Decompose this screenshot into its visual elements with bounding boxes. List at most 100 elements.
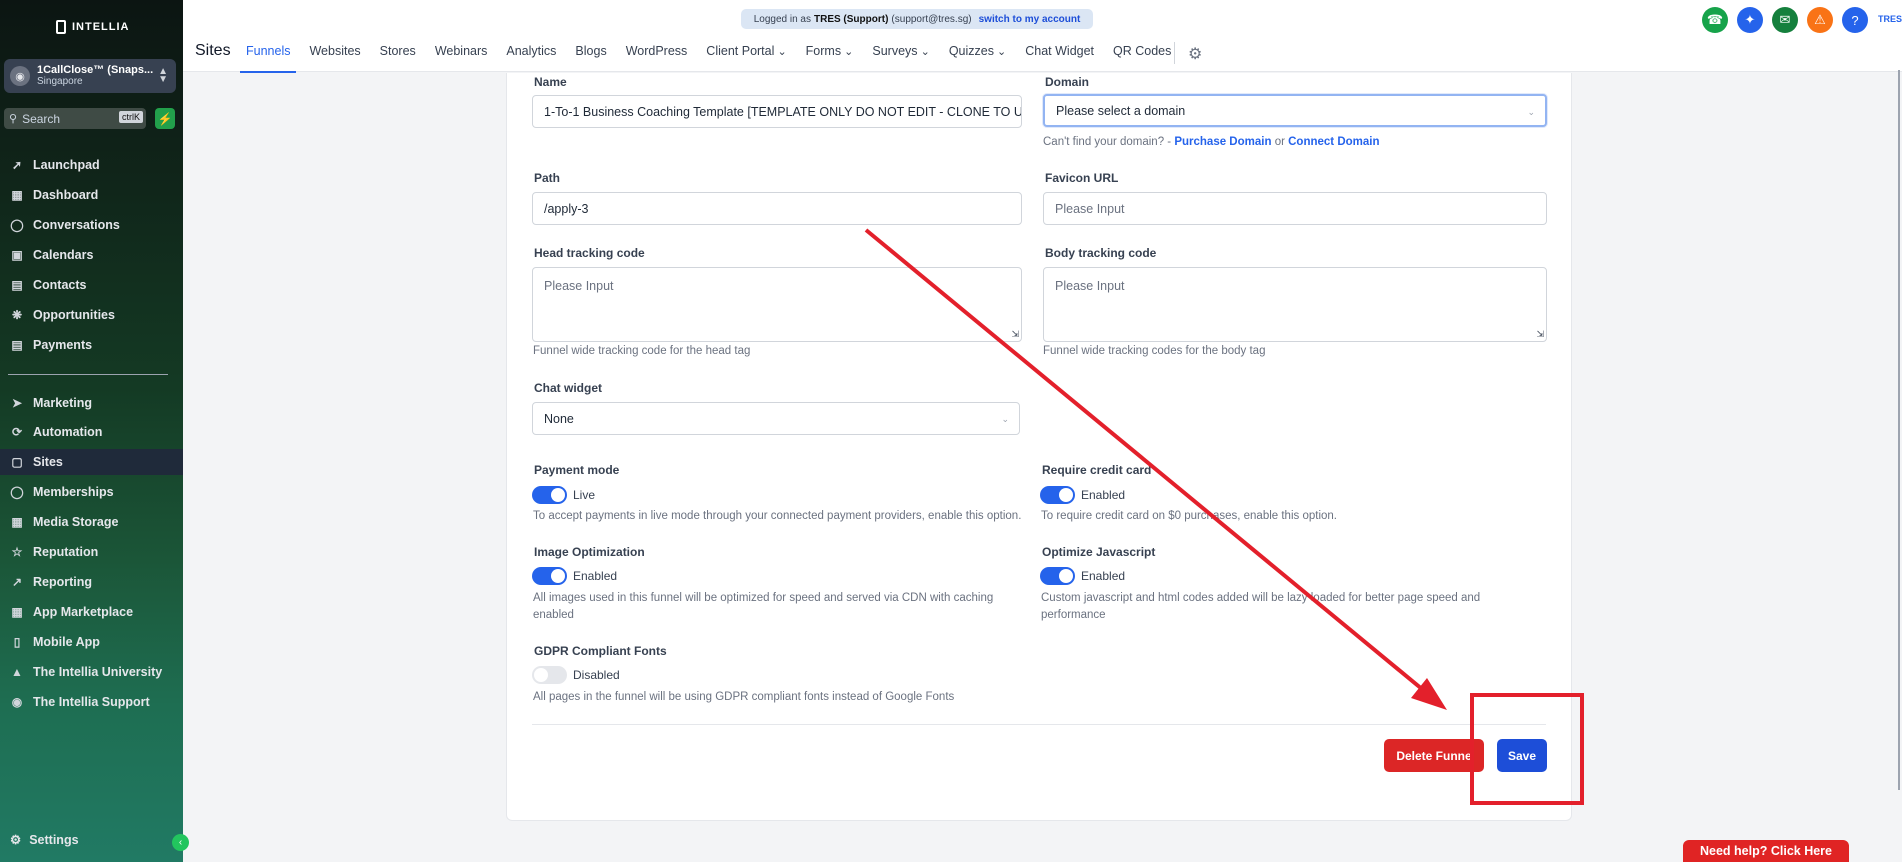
- delete-funnel-button[interactable]: Delete Funne: [1384, 739, 1484, 772]
- logo-text: INTELLIA: [72, 21, 130, 33]
- sidebar-item-launchpad[interactable]: ➚ Launchpad: [0, 152, 183, 178]
- payment-mode-label: Payment mode: [534, 463, 620, 477]
- tab-client-portal[interactable]: Client Portal ⌄: [706, 44, 786, 58]
- tab-surveys[interactable]: Surveys ⌄: [872, 44, 929, 58]
- tab-stores[interactable]: Stores: [380, 44, 416, 58]
- image-opt-state: Enabled: [573, 569, 618, 583]
- payment-mode-desc: To accept payments in live mode through …: [533, 510, 1022, 522]
- nav-divider: [8, 374, 168, 375]
- brand-label[interactable]: TRES: [1878, 14, 1902, 24]
- connect-domain-link[interactable]: Connect Domain: [1288, 136, 1379, 148]
- chevron-down-icon: ⌄: [993, 46, 1007, 58]
- tab-label: Analytics: [506, 44, 557, 58]
- name-input[interactable]: 1-To-1 Business Coaching Template [TEMPL…: [532, 95, 1022, 128]
- switch-account-link[interactable]: switch to my account: [979, 14, 1081, 25]
- sidebar-item-label: Payments: [33, 338, 93, 352]
- apps-icon: ▦: [11, 605, 23, 619]
- tab-label: WordPress: [625, 44, 688, 58]
- sidebar-item-reporting[interactable]: ↗ Reporting: [0, 569, 183, 595]
- annotation-highlight-box: [1470, 693, 1584, 805]
- megaphone-icon[interactable]: ✉: [1772, 7, 1798, 33]
- tab-label: QR Codes: [1113, 44, 1172, 58]
- path-label: Path: [534, 171, 561, 185]
- bell-icon[interactable]: ⚠: [1807, 7, 1833, 33]
- sidebar-item-settings[interactable]: ⚙ Settings: [10, 832, 79, 848]
- resize-grip-icon[interactable]: ⇲: [1536, 329, 1544, 340]
- tab-wordpress[interactable]: WordPress: [626, 44, 688, 58]
- sidebar-item-contacts[interactable]: ▤ Contacts: [0, 272, 183, 298]
- footer-divider: [532, 724, 1546, 725]
- path-input[interactable]: /apply-3: [532, 192, 1022, 225]
- gdpr-toggle[interactable]: [532, 666, 567, 684]
- help-icon[interactable]: ?: [1842, 7, 1868, 33]
- sidebar-item-label: Reporting: [33, 575, 93, 589]
- domain-help-text: Can't find your domain? -: [1043, 136, 1172, 148]
- tab-quizzes[interactable]: Quizzes ⌄: [949, 44, 1006, 58]
- tab-analytics[interactable]: Analytics: [506, 44, 556, 58]
- tab-webinars[interactable]: Webinars: [435, 44, 488, 58]
- magic-icon[interactable]: ✦: [1737, 7, 1763, 33]
- chat-widget-select[interactable]: None ⌄: [532, 402, 1020, 435]
- toggle-knob: [534, 668, 548, 682]
- sidebar-item-conversations[interactable]: ◯ Conversations: [0, 212, 183, 238]
- body-code-textarea[interactable]: Please Input ⇲: [1043, 267, 1547, 342]
- tab-label: Stores: [379, 44, 416, 58]
- sidebar-item-automation[interactable]: ⟳ Automation: [0, 419, 183, 445]
- sidebar-item-reputation[interactable]: ☆ Reputation: [0, 539, 183, 565]
- toggle-knob: [551, 488, 565, 502]
- phone-icon: ▯: [13, 635, 21, 649]
- sidebar-item-label: Reputation: [33, 545, 99, 559]
- settings-gear-icon[interactable]: ⚙: [1188, 44, 1202, 64]
- head-code-textarea[interactable]: Please Input ⇲: [532, 267, 1022, 342]
- tab-funnels[interactable]: Funnels: [239, 44, 298, 73]
- optimize-js-state: Enabled: [1081, 569, 1126, 583]
- payment-mode-state: Live: [573, 488, 596, 502]
- head-code-placeholder: Please Input: [544, 279, 614, 293]
- sidebar-item-mobile-app[interactable]: ▯ Mobile App: [0, 629, 183, 655]
- require-cc-toggle[interactable]: [1040, 486, 1075, 504]
- sidebar-item-opportunities[interactable]: ❋ Opportunities: [0, 302, 183, 328]
- sidebar-item-media-storage[interactable]: ▦ Media Storage: [0, 509, 183, 535]
- image-icon: ▦: [11, 515, 23, 529]
- tab-chat-widget[interactable]: Chat Widget: [1025, 44, 1094, 58]
- tab-websites[interactable]: Websites: [309, 44, 360, 58]
- favicon-input[interactable]: Please Input: [1043, 192, 1547, 225]
- purchase-domain-link[interactable]: Purchase Domain: [1174, 136, 1271, 148]
- sidebar: INTELLIA ◉ 1CallClose™ (Snaps... Singapo…: [0, 0, 189, 862]
- sidebar-item-payments[interactable]: ▤ Payments: [0, 332, 183, 358]
- sidebar-item-the-intellia-support[interactable]: ◉ The Intellia Support: [0, 689, 183, 715]
- sidebar-item-marketing[interactable]: ➤ Marketing: [0, 390, 183, 416]
- sidebar-item-sites[interactable]: ▢ Sites: [0, 449, 183, 475]
- sidebar-item-label: The Intellia Support: [33, 695, 150, 709]
- chat-widget-value: None: [544, 411, 574, 426]
- require-cc-label: Require credit card: [1042, 463, 1152, 477]
- sidebar-item-label: Opportunities: [33, 308, 115, 322]
- sidebar-item-label: Media Storage: [33, 515, 119, 529]
- sidebar-item-memberships[interactable]: ◯ Memberships: [0, 479, 183, 505]
- domain-help-or: or: [1274, 136, 1285, 148]
- calendar-icon: ▣: [11, 248, 23, 262]
- tab-forms[interactable]: Forms ⌄: [806, 44, 854, 58]
- search-input[interactable]: ⚲ Search ctrlK: [4, 108, 146, 129]
- logo[interactable]: INTELLIA: [56, 20, 130, 34]
- sidebar-item-calendars[interactable]: ▣ Calendars: [0, 242, 183, 268]
- gdpr-label: GDPR Compliant Fonts: [534, 644, 667, 658]
- sidebar-item-dashboard[interactable]: ▦ Dashboard: [0, 182, 183, 208]
- tab-qr-codes[interactable]: QR Codes: [1113, 44, 1171, 58]
- resize-grip-icon[interactable]: ⇲: [1011, 329, 1019, 340]
- optimize-js-toggle[interactable]: [1040, 567, 1075, 585]
- collapse-sidebar-button[interactable]: ‹: [172, 834, 189, 851]
- quick-action-button[interactable]: ⚡: [155, 108, 175, 129]
- image-opt-toggle[interactable]: [532, 567, 567, 585]
- phone-icon[interactable]: ☎: [1702, 7, 1728, 33]
- payment-mode-toggle[interactable]: [532, 486, 567, 504]
- sidebar-item-app-marketplace[interactable]: ▦ App Marketplace: [0, 599, 183, 625]
- account-switcher[interactable]: ◉ 1CallClose™ (Snaps... Singapore ▲ ▼: [4, 59, 176, 93]
- need-help-button[interactable]: Need help? Click Here: [1683, 840, 1849, 862]
- grid-icon: ▦: [11, 188, 23, 202]
- tab-blogs[interactable]: Blogs: [575, 44, 606, 58]
- sidebar-item-label: Sites: [33, 455, 63, 469]
- domain-select[interactable]: Please select a domain ⌄: [1043, 94, 1547, 127]
- sidebar-item-the-intellia-university[interactable]: ▲ The Intellia University: [0, 659, 183, 685]
- scrollbar[interactable]: [1896, 70, 1902, 790]
